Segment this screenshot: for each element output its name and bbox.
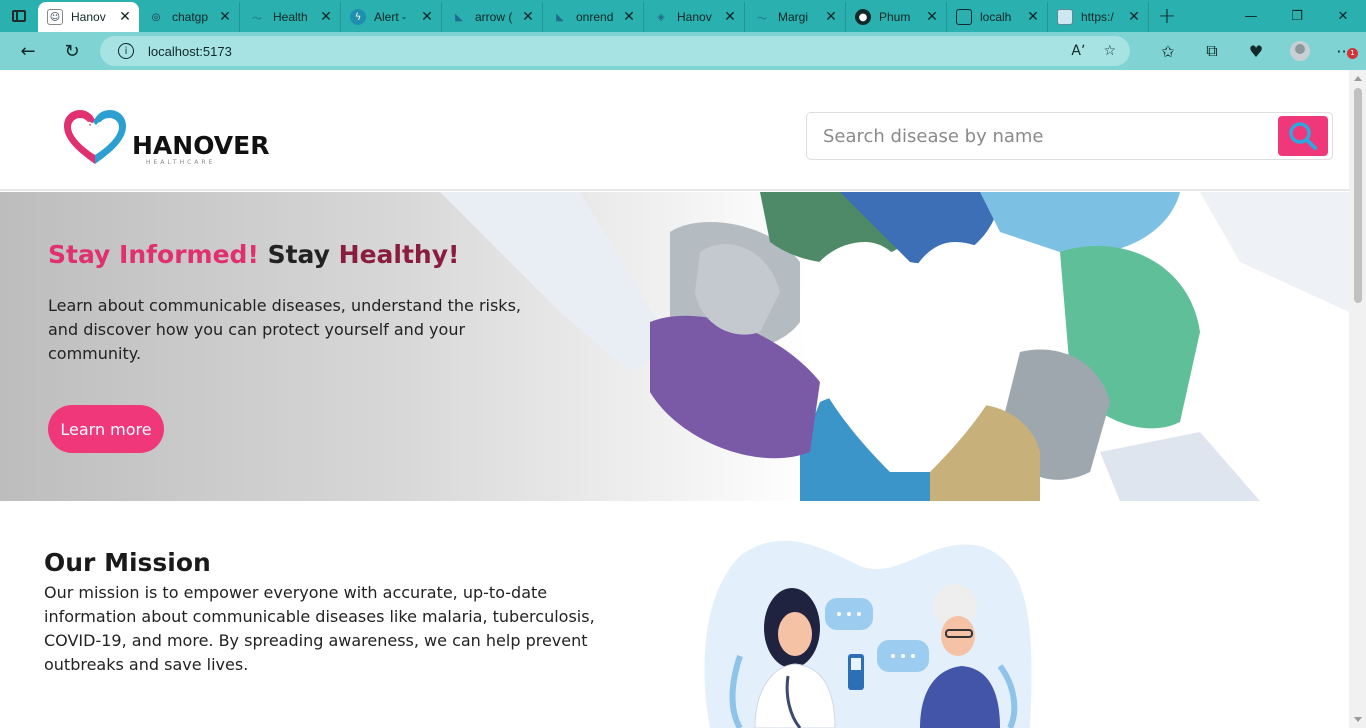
- tab-alert[interactable]: ϟ Alert - ✕: [341, 2, 442, 32]
- tab-github[interactable]: ● Phum ✕: [846, 2, 947, 32]
- tab-title: Hanov: [677, 10, 712, 24]
- notification-badge: 1: [1347, 47, 1358, 59]
- search-button[interactable]: [1278, 116, 1328, 156]
- tab-title: Alert -: [374, 10, 407, 24]
- hero-title-part2: Stay: [267, 240, 330, 269]
- scroll-down-arrow-icon[interactable]: [1354, 717, 1362, 722]
- new-tab-button[interactable]: +: [1149, 1, 1185, 31]
- site-logo[interactable]: HANOVER HEALTHCARE: [62, 108, 269, 168]
- hero-title-part1: Stay Informed!: [48, 240, 259, 269]
- hero-title-part3: Healthy!: [338, 240, 460, 269]
- tab-title: localh: [980, 10, 1012, 24]
- github-icon: ●: [855, 9, 871, 25]
- add-favorite-icon[interactable]: ☆: [1103, 43, 1116, 59]
- tab-title: Margi: [778, 10, 809, 24]
- tab-actions-icon: [12, 10, 26, 22]
- favorites-icon[interactable]: ✩: [1146, 42, 1190, 61]
- close-icon[interactable]: ✕: [117, 9, 133, 25]
- mission-text: Our mission is to empower everyone with …: [44, 583, 595, 674]
- doctor-patient-illustration: [704, 540, 1032, 728]
- site-header: HANOVER HEALTHCARE: [0, 70, 1349, 191]
- close-window-button[interactable]: ✕: [1320, 0, 1366, 32]
- page-viewport: HANOVER HEALTHCARE Search disease by nam…: [0, 70, 1349, 728]
- tab-https[interactable]: https:/ ✕: [1048, 2, 1149, 32]
- stackoverflow-icon: ◣: [556, 11, 564, 23]
- mission-heading: Our Mission: [44, 548, 211, 577]
- tab-arrow[interactable]: ◣ arrow ( ✕: [442, 2, 543, 32]
- heart-hands-illustration: [440, 192, 1349, 501]
- tab-onrender[interactable]: ◣ onrend ✕: [543, 2, 644, 32]
- refresh-button[interactable]: ↻: [50, 32, 94, 70]
- learn-more-button[interactable]: Learn more: [48, 405, 164, 453]
- page-icon: [956, 9, 972, 25]
- tab-chatgpt[interactable]: ◎ chatgp ✕: [139, 2, 240, 32]
- collections-icon[interactable]: ⧉: [1190, 41, 1234, 61]
- stackoverflow-icon: ◣: [455, 11, 463, 23]
- address-bar[interactable]: i localhost:5173 Aʼ ☆: [100, 36, 1130, 66]
- tab-title: https:/: [1081, 10, 1114, 24]
- hero-banner: Stay Informed! Stay Healthy! Learn about…: [0, 192, 1349, 501]
- tab-hanover-2[interactable]: ◈ Hanov ✕: [644, 2, 745, 32]
- window-controls: — ❐ ✕: [1228, 0, 1366, 32]
- info-icon[interactable]: i: [118, 43, 134, 59]
- close-icon[interactable]: ✕: [217, 9, 233, 25]
- chatgpt-icon: ◎: [151, 11, 161, 23]
- bolt-icon: ϟ: [350, 9, 366, 25]
- tab-title: chatgp: [172, 10, 209, 24]
- tab-margin[interactable]: 〜 Margi ✕: [745, 2, 846, 32]
- url-text: localhost:5173: [148, 43, 232, 59]
- tab-localhost[interactable]: localh ✕: [947, 2, 1048, 32]
- scrollbar-thumb[interactable]: [1354, 88, 1362, 303]
- close-icon[interactable]: ✕: [520, 9, 536, 25]
- heart-logo-icon: [64, 110, 126, 164]
- tab-title: Hanov: [71, 10, 106, 24]
- minimize-button[interactable]: —: [1228, 0, 1274, 32]
- hanover-favicon-icon: ☺: [47, 9, 63, 25]
- hero-description: Learn about communicable diseases, under…: [48, 296, 521, 363]
- close-icon[interactable]: ✕: [1025, 9, 1041, 25]
- tab-health[interactable]: 〜 Health ✕: [240, 2, 341, 32]
- hero-title: Stay Informed! Stay Healthy!: [48, 240, 459, 269]
- close-icon[interactable]: ✕: [823, 9, 839, 25]
- muted-favicon-icon: ◈: [657, 11, 665, 23]
- disease-search: [806, 112, 1333, 160]
- browser-toolbar: ← ↻ i localhost:5173 Aʼ ☆ ✩ ⧉ ♥ ··· 1: [0, 32, 1366, 70]
- close-icon[interactable]: ✕: [318, 9, 334, 25]
- close-icon[interactable]: ✕: [924, 9, 940, 25]
- mission-section: Our Mission Our mission is to empower ev…: [0, 501, 1349, 728]
- scroll-up-arrow-icon[interactable]: [1354, 76, 1362, 81]
- close-icon[interactable]: ✕: [722, 9, 738, 25]
- close-icon[interactable]: ✕: [419, 9, 435, 25]
- browser-essentials-icon[interactable]: ♥: [1234, 42, 1278, 61]
- docs-icon: [1057, 9, 1073, 25]
- health-favicon-icon: 〜: [252, 13, 262, 25]
- settings-more-button[interactable]: ··· 1: [1322, 42, 1366, 61]
- tab-title: Health: [273, 10, 308, 24]
- read-aloud-icon[interactable]: Aʼ: [1071, 43, 1085, 59]
- logo-name: HANOVER: [132, 131, 270, 160]
- margin-favicon-icon: 〜: [757, 13, 767, 25]
- profile-avatar[interactable]: [1290, 41, 1310, 61]
- tab-title: Phum: [879, 10, 911, 24]
- restore-button[interactable]: ❐: [1274, 0, 1320, 32]
- browser-tab-bar: ☺ Hanov ✕ ◎ chatgp ✕ 〜 Health ✕ ϟ Alert …: [0, 0, 1366, 32]
- tab-title: onrend: [576, 10, 614, 24]
- back-button[interactable]: ←: [6, 32, 50, 70]
- tab-hanover[interactable]: ☺ Hanov ✕: [38, 2, 139, 32]
- search-input[interactable]: [823, 125, 1278, 147]
- page-scrollbar[interactable]: [1349, 70, 1366, 728]
- logo-subtitle: HEALTHCARE: [146, 159, 216, 166]
- close-icon[interactable]: ✕: [621, 9, 637, 25]
- tab-actions-button[interactable]: [0, 0, 38, 32]
- close-icon[interactable]: ✕: [1126, 9, 1142, 25]
- search-icon: [1289, 122, 1317, 150]
- tab-title: arrow (: [475, 10, 513, 24]
